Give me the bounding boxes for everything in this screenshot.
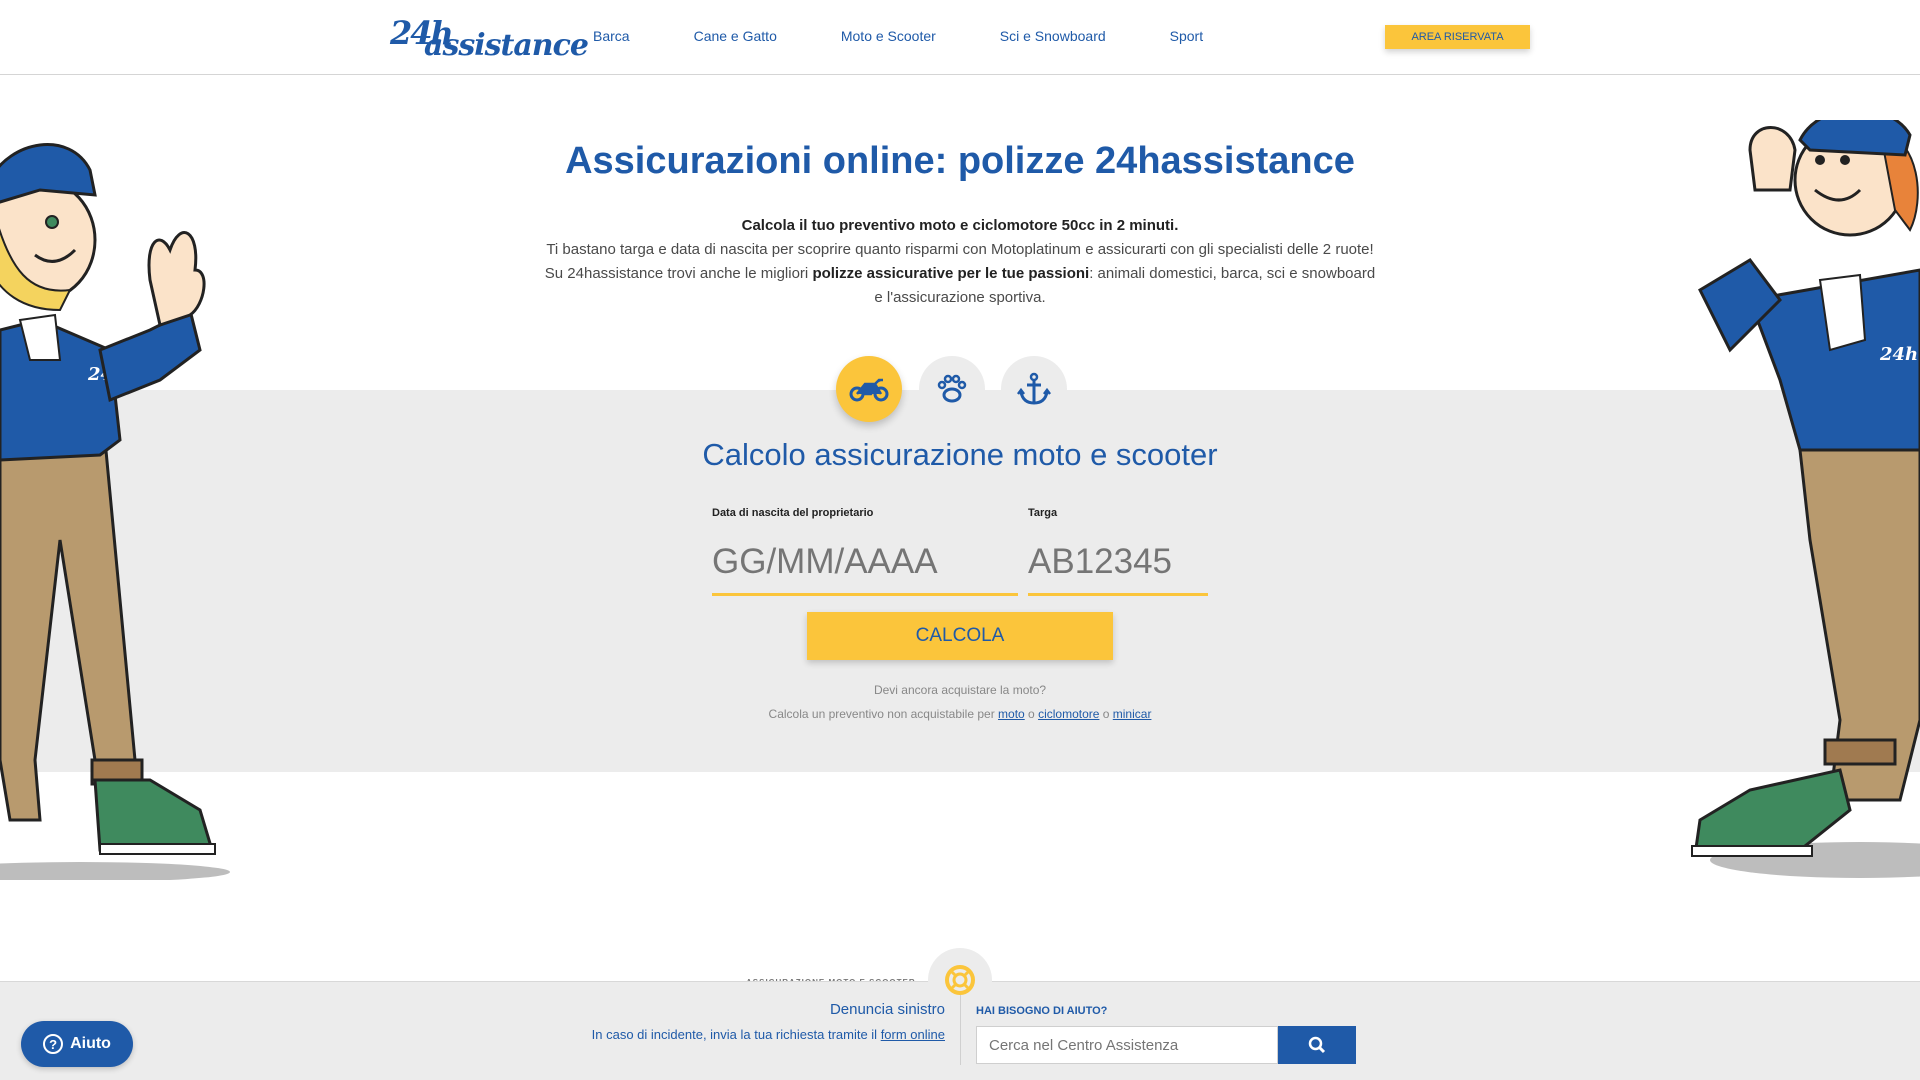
link-minicar[interactable]: minicar (1113, 707, 1152, 721)
lifebuoy-icon (945, 965, 975, 995)
category-moto-button[interactable] (836, 356, 902, 422)
logo[interactable]: 24h assistance (388, 12, 589, 64)
help-search-button[interactable] (1278, 1026, 1356, 1064)
nav-item-sci-snowboard[interactable]: Sci e Snowboard (1000, 28, 1106, 44)
hero-description: Calcola il tuo preventivo moto e ciclomo… (540, 214, 1380, 310)
link-ciclomotore[interactable]: ciclomotore (1038, 707, 1099, 721)
nav-item-moto-scooter[interactable]: Moto e Scooter (841, 28, 936, 44)
paw-icon (937, 374, 967, 403)
calculator-title: Calcolo assicurazione moto e scooter (702, 437, 1218, 472)
search-icon (1308, 1036, 1326, 1054)
anchor-icon (1017, 372, 1051, 405)
nav-item-sport[interactable]: Sport (1170, 28, 1203, 44)
hero-line-3: Su 24hassistance trovi anche le migliori… (544, 265, 1376, 306)
nav-item-cane-gatto[interactable]: Cane e Gatto (694, 28, 777, 44)
hero-line-2: Ti bastano targa e data di nascita per s… (546, 241, 1374, 258)
help-search-input[interactable] (976, 1026, 1278, 1064)
motorcycle-icon (849, 378, 889, 402)
form-online-link[interactable]: form online (881, 1027, 945, 1042)
aiuto-button[interactable]: ? Aiuto (21, 1021, 133, 1067)
dob-label: Data di nascita del proprietario (712, 507, 874, 519)
question-icon: ? (43, 1034, 64, 1054)
category-pet-button[interactable] (919, 356, 985, 422)
denuncia-sinistro-text: In caso di incidente, invia la tua richi… (591, 1027, 945, 1042)
calcola-button[interactable]: CALCOLA (807, 612, 1113, 660)
site-header: 24h assistance Barca Cane e Gatto Moto e… (0, 0, 1920, 75)
nav-item-barca[interactable]: Barca (593, 28, 630, 44)
area-riservata-button[interactable]: AREA RISERVATA (1385, 25, 1530, 49)
svg-text:24h: 24h (1879, 344, 1918, 365)
logo-assistance: assistance (424, 28, 589, 63)
hero-line-1: Calcola il tuo preventivo moto e ciclomo… (741, 217, 1179, 234)
page-title: Assicurazioni online: polizze 24hassista… (565, 140, 1355, 182)
denuncia-sinistro-title: Denuncia sinistro (829, 1001, 945, 1018)
no-bike-note: Devi ancora acquistare la moto? (873, 683, 1047, 697)
main-nav: Barca Cane e Gatto Moto e Scooter Sci e … (593, 28, 1267, 44)
link-moto[interactable]: moto (998, 707, 1025, 721)
preventivo-links: Calcola un preventivo non acquistabile p… (768, 707, 1152, 721)
mascot-right-illustration: 24h (1691, 120, 1920, 878)
category-boat-button[interactable] (1001, 356, 1067, 422)
plate-input[interactable] (1028, 530, 1208, 596)
dob-input[interactable] (712, 530, 1018, 596)
help-title: HAI BISOGNO DI AIUTO? (976, 1005, 1108, 1017)
help-bar-divider (960, 995, 961, 1065)
plate-label: Targa (1028, 507, 1058, 519)
mascot-left-illustration: 24h (0, 143, 230, 880)
